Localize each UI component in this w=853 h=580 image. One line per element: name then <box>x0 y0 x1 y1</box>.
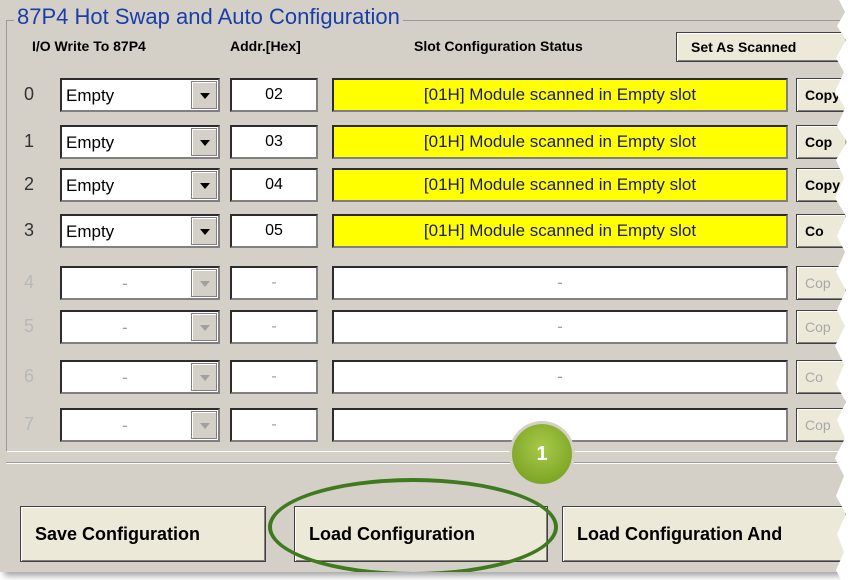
chevron-down-icon[interactable] <box>191 411 217 439</box>
slot-status-field: - <box>332 310 788 344</box>
slot-address-field[interactable]: - <box>230 360 318 394</box>
separator <box>6 462 845 464</box>
slot-address-field[interactable]: - <box>230 310 318 344</box>
chevron-down-icon[interactable] <box>191 363 217 391</box>
slot-type-select[interactable]: - <box>60 360 220 394</box>
slot-status-field: [01H] Module scanned in Empty slot <box>332 78 788 112</box>
chevron-down-icon[interactable] <box>191 269 217 297</box>
torn-edge <box>835 0 853 580</box>
chevron-down-icon[interactable] <box>191 217 217 245</box>
slot-type-value: Empty <box>66 222 115 241</box>
slot-type-select[interactable]: Empty <box>60 168 220 202</box>
slot-number: 4 <box>24 272 35 292</box>
load-configuration-and-button[interactable]: Load Configuration And <box>562 506 845 562</box>
slot-number: 1 <box>24 131 35 151</box>
slot-type-select[interactable]: Empty <box>60 214 220 248</box>
slot-status-field: [01H] Module scanned in Empty slot <box>332 214 788 248</box>
slot-number: 6 <box>24 366 35 386</box>
status-header: Slot Configuration Status <box>414 38 583 54</box>
slot-address-field[interactable]: - <box>230 408 318 442</box>
chevron-down-icon[interactable] <box>191 81 217 109</box>
slot-status-field: [01H] Module scanned in Empty slot <box>332 125 788 159</box>
slot-status-field: - <box>332 266 788 300</box>
slot-type-value: Empty <box>66 133 115 152</box>
group-title: 87P4 Hot Swap and Auto Configuration <box>14 4 403 30</box>
slot-address-field[interactable]: 02 <box>230 78 318 112</box>
dialog-panel: 87P4 Hot Swap and Auto Configuration I/O… <box>0 0 845 572</box>
save-configuration-button[interactable]: Save Configuration <box>20 506 266 562</box>
set-as-scanned-button[interactable]: Set As Scanned <box>676 32 845 62</box>
slot-type-value: Empty <box>66 86 115 105</box>
slot-type-select[interactable]: - <box>60 266 220 300</box>
chevron-down-icon[interactable] <box>191 313 217 341</box>
slot-number: 3 <box>24 220 35 240</box>
slot-type-value: Empty <box>66 176 115 195</box>
slot-type-value: - <box>122 274 128 293</box>
slot-type-select[interactable]: Empty <box>60 125 220 159</box>
slot-address-field[interactable]: 03 <box>230 125 318 159</box>
slot-type-value: - <box>122 368 128 387</box>
slot-address-field[interactable]: 05 <box>230 214 318 248</box>
slot-type-value: - <box>122 318 128 337</box>
slot-address-field[interactable]: - <box>230 266 318 300</box>
slot-address-field[interactable]: 04 <box>230 168 318 202</box>
io-write-header: I/O Write To 87P4 <box>32 38 146 54</box>
slot-number: 7 <box>24 414 35 434</box>
slot-type-select[interactable]: - <box>60 310 220 344</box>
chevron-down-icon[interactable] <box>191 171 217 199</box>
slot-status-field: [01H] Module scanned in Empty slot <box>332 168 788 202</box>
highlight-ellipse <box>268 478 558 572</box>
addr-header: Addr.[Hex] <box>230 38 301 54</box>
slot-status-field: - <box>332 360 788 394</box>
callout-badge: 1 <box>512 424 572 484</box>
slot-type-value: - <box>122 416 128 435</box>
slot-number: 5 <box>24 316 35 336</box>
slot-type-select[interactable]: Empty <box>60 78 220 112</box>
slot-type-select[interactable]: - <box>60 408 220 442</box>
slot-number: 2 <box>24 174 35 194</box>
chevron-down-icon[interactable] <box>191 128 217 156</box>
slot-number: 0 <box>24 84 35 104</box>
